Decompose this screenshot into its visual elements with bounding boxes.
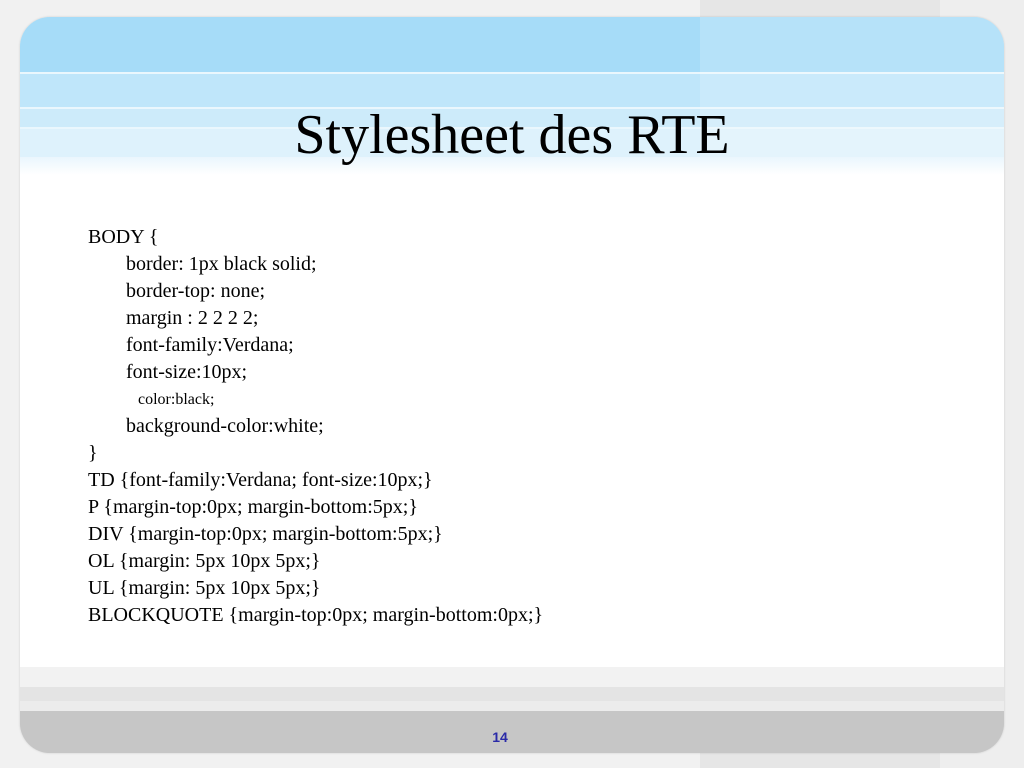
code-line: TD {font-family:Verdana; font-size:10px;…	[88, 469, 433, 491]
code-line: DIV {margin-top:0px; margin-bottom:5px;}	[88, 523, 443, 545]
code-line: OL {margin: 5px 10px 5px;}	[88, 550, 321, 572]
code-line: UL {margin: 5px 10px 5px;}	[88, 577, 321, 599]
code-line: color:black;	[138, 391, 215, 408]
slide-title: Stylesheet des RTE	[294, 104, 730, 166]
code-line: }	[88, 442, 98, 464]
footer-stripe	[20, 701, 1004, 711]
code-line: margin : 2 2 2 2;	[126, 307, 259, 329]
code-line: font-family:Verdana;	[126, 334, 294, 356]
code-line: BODY {	[88, 226, 159, 248]
footer-stripe	[20, 667, 1004, 687]
code-line: BLOCKQUOTE {margin-top:0px; margin-botto…	[88, 604, 544, 626]
stylesheet-code-block: BODY { border: 1px black solid; border-t…	[88, 224, 968, 629]
code-line: border-top: none;	[126, 280, 266, 302]
code-line: P {margin-top:0px; margin-bottom:5px;}	[88, 496, 418, 518]
footer-stripe	[20, 687, 1004, 701]
page-number: 14	[492, 729, 508, 745]
code-line: font-size:10px;	[126, 361, 248, 383]
code-line: background-color:white;	[126, 415, 324, 437]
code-line: border: 1px black solid;	[126, 253, 317, 275]
